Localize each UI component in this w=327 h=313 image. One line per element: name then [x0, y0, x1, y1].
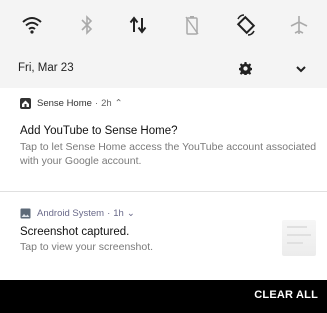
separator-dot: · [94, 97, 99, 109]
wifi-icon[interactable] [20, 13, 44, 37]
notification-header: Sense Home · 2h ⌃ [20, 96, 123, 110]
notification-title: Screenshot captured. [20, 226, 130, 238]
notification-footer: CLEAR ALL [0, 280, 327, 313]
notification-header: Android System · 1h ⌄ [20, 206, 135, 220]
bluetooth-icon[interactable] [75, 13, 99, 37]
notification-screenshot[interactable]: Android System · 1h ⌄ Screenshot capture… [0, 192, 327, 280]
notification-body: Tap to view your screenshot. [20, 241, 154, 253]
quick-settings-panel: Fri, Mar 23 [0, 0, 327, 88]
clear-all-button[interactable]: CLEAR ALL [254, 289, 318, 301]
quick-settings-tiles [0, 0, 327, 46]
date-label: Fri, Mar 23 [18, 62, 74, 74]
rotate-icon[interactable] [234, 13, 258, 37]
notification-time: 2h [101, 97, 112, 109]
gear-icon[interactable] [239, 62, 252, 75]
notification-sense-home[interactable]: Sense Home · 2h ⌃ Add YouTube to Sense H… [0, 88, 327, 192]
date-row: Fri, Mar 23 [0, 54, 327, 84]
chevron-down-icon[interactable] [295, 63, 307, 75]
image-app-icon [20, 208, 31, 218]
airplane-icon[interactable] [287, 13, 311, 37]
chevron-up-icon[interactable]: ⌃ [115, 98, 123, 109]
notification-time: 1h [113, 207, 124, 219]
app-name: Android System [37, 207, 105, 219]
battery-saver-icon[interactable] [180, 13, 204, 37]
data-transfer-icon[interactable] [126, 13, 150, 37]
notification-title: Add YouTube to Sense Home? [20, 125, 178, 137]
screenshot-thumbnail[interactable] [282, 220, 316, 256]
app-name: Sense Home [37, 97, 92, 109]
chevron-down-icon[interactable]: ⌄ [127, 208, 135, 219]
notification-body: Tap to let Sense Home access the YouTube… [20, 141, 317, 167]
home-app-icon [20, 97, 31, 109]
separator-dot: · [107, 207, 111, 219]
